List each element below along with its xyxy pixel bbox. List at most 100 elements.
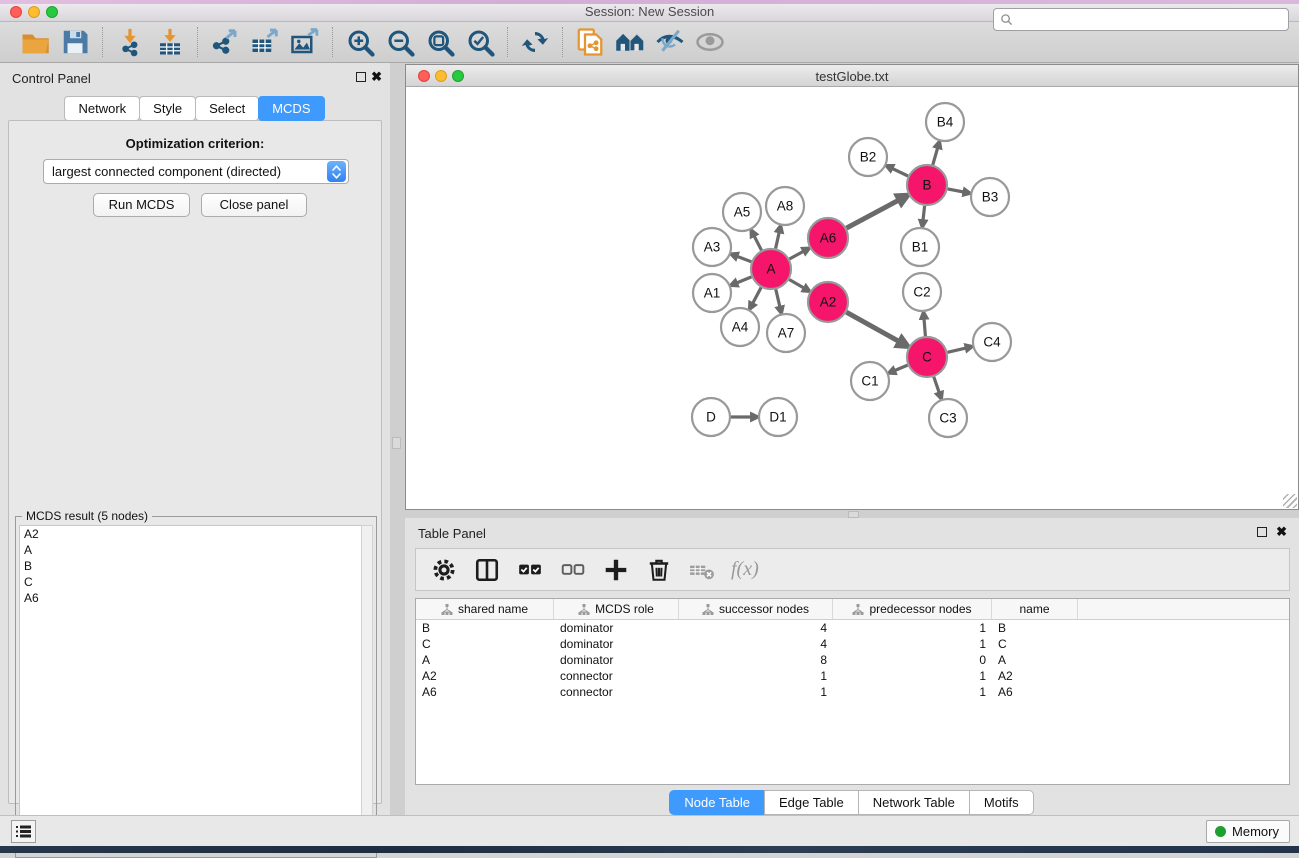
edge-A-A4[interactable] bbox=[751, 288, 761, 306]
edge-A2-C[interactable] bbox=[846, 312, 902, 343]
table-row[interactable]: A6connector11A6 bbox=[416, 684, 1289, 700]
network-from-selection-button[interactable] bbox=[573, 26, 607, 58]
delete-column-button[interactable] bbox=[645, 556, 673, 584]
result-list-item[interactable]: C bbox=[20, 574, 361, 590]
zoom-out-button[interactable] bbox=[383, 26, 417, 58]
edge-C-C2[interactable] bbox=[924, 316, 926, 336]
column-header-predecessor-nodes[interactable]: predecessor nodes bbox=[833, 599, 992, 619]
zoom-in-button[interactable] bbox=[343, 26, 377, 58]
node-A4[interactable]: A4 bbox=[721, 308, 759, 346]
node-A1[interactable]: A1 bbox=[693, 274, 731, 312]
tab-edge-table[interactable]: Edge Table bbox=[764, 790, 859, 815]
tab-mcds[interactable]: MCDS bbox=[258, 96, 324, 121]
refresh-layout-button[interactable] bbox=[518, 26, 552, 58]
save-session-button[interactable] bbox=[58, 26, 92, 58]
first-neighbors-button[interactable] bbox=[613, 26, 647, 58]
node-A5[interactable]: A5 bbox=[723, 193, 761, 231]
node-B1[interactable]: B1 bbox=[901, 228, 939, 266]
import-table-button[interactable] bbox=[153, 26, 187, 58]
node-A[interactable]: A bbox=[751, 249, 791, 289]
node-C3[interactable]: C3 bbox=[929, 399, 967, 437]
tab-select[interactable]: Select bbox=[195, 96, 259, 121]
table-row[interactable]: Bdominator41B bbox=[416, 620, 1289, 636]
criterion-dropdown[interactable]: largest connected component (directed) bbox=[43, 159, 349, 184]
table-settings-button[interactable] bbox=[430, 556, 458, 584]
table-row[interactable]: Adominator80A bbox=[416, 652, 1289, 668]
result-list-item[interactable]: A6 bbox=[20, 590, 361, 606]
tab-style[interactable]: Style bbox=[139, 96, 196, 121]
node-C1[interactable]: C1 bbox=[851, 362, 889, 400]
node-B[interactable]: B bbox=[907, 165, 947, 205]
search-field[interactable] bbox=[993, 8, 1289, 31]
resize-grip-icon[interactable] bbox=[1283, 494, 1297, 508]
task-history-button[interactable] bbox=[11, 820, 36, 843]
run-mcds-button[interactable]: Run MCDS bbox=[93, 193, 190, 217]
edge-C-C4[interactable] bbox=[948, 347, 969, 352]
node-A8[interactable]: A8 bbox=[766, 187, 804, 225]
open-file-button[interactable] bbox=[18, 26, 52, 58]
close-panel-icon[interactable]: ✖ bbox=[371, 69, 382, 85]
edge-A-A5[interactable] bbox=[753, 234, 762, 251]
edge-C-C3[interactable] bbox=[934, 377, 940, 395]
add-column-button[interactable] bbox=[602, 556, 630, 584]
result-list-item[interactable]: A2 bbox=[20, 526, 361, 542]
hide-selected-button[interactable] bbox=[653, 26, 687, 58]
node-C[interactable]: C bbox=[907, 337, 947, 377]
node-A2[interactable]: A2 bbox=[808, 282, 848, 322]
close-table-panel-icon[interactable]: ✖ bbox=[1276, 524, 1287, 540]
node-B3[interactable]: B3 bbox=[971, 178, 1009, 216]
select-all-button[interactable] bbox=[516, 556, 544, 584]
search-input[interactable] bbox=[1017, 13, 1282, 27]
tab-network-table[interactable]: Network Table bbox=[858, 790, 970, 815]
network-window-titlebar[interactable]: testGlobe.txt bbox=[406, 65, 1298, 87]
edge-A-A6[interactable] bbox=[789, 250, 806, 259]
edge-A6-B[interactable] bbox=[847, 198, 903, 228]
node-D1[interactable]: D1 bbox=[759, 398, 797, 436]
tab-network[interactable]: Network bbox=[64, 96, 140, 121]
column-header-shared-name[interactable]: shared name bbox=[416, 599, 554, 619]
edge-A-A1[interactable] bbox=[734, 277, 751, 284]
edge-B-B2[interactable] bbox=[890, 167, 908, 176]
result-list-scrollbar[interactable] bbox=[361, 525, 373, 853]
zoom-selected-button[interactable] bbox=[463, 26, 497, 58]
edge-A-A8[interactable] bbox=[776, 230, 780, 249]
node-A6[interactable]: A6 bbox=[808, 218, 848, 258]
edge-C-C1[interactable] bbox=[892, 365, 907, 372]
zoom-fit-button[interactable] bbox=[423, 26, 457, 58]
edge-A-A2[interactable] bbox=[789, 280, 806, 290]
node-A3[interactable]: A3 bbox=[693, 228, 731, 266]
edge-B-B4[interactable] bbox=[933, 145, 939, 165]
deselect-all-button[interactable] bbox=[559, 556, 587, 584]
show-all-button[interactable] bbox=[693, 26, 727, 58]
edge-A-A3[interactable] bbox=[735, 255, 752, 261]
close-panel-button[interactable]: Close panel bbox=[201, 193, 307, 217]
result-list-item[interactable]: A bbox=[20, 542, 361, 558]
edge-B-B3[interactable] bbox=[948, 189, 967, 193]
mcds-result-list[interactable]: A2ABCA6 bbox=[19, 525, 362, 853]
edge-A-A7[interactable] bbox=[776, 289, 781, 309]
node-B4[interactable]: B4 bbox=[926, 103, 964, 141]
node-B2[interactable]: B2 bbox=[849, 138, 887, 176]
float-panel-icon[interactable] bbox=[356, 72, 366, 82]
node-C4[interactable]: C4 bbox=[973, 323, 1011, 361]
memory-button[interactable]: Memory bbox=[1206, 820, 1290, 843]
edge-B-B1[interactable] bbox=[923, 206, 925, 223]
float-table-panel-icon[interactable] bbox=[1257, 527, 1267, 537]
import-network-button[interactable] bbox=[113, 26, 147, 58]
table-row[interactable]: Cdominator41C bbox=[416, 636, 1289, 652]
export-table-button[interactable] bbox=[248, 26, 282, 58]
column-header-MCDS-role[interactable]: MCDS role bbox=[554, 599, 679, 619]
export-network-button[interactable] bbox=[208, 26, 242, 58]
network-canvas[interactable]: B4 B2 B B3 A8A5 A6 A3 B1 A A1 C2 A2 A4A7 C C4 C1 C3 D D1 bbox=[406, 87, 1298, 509]
node-D[interactable]: D bbox=[692, 398, 730, 436]
horizontal-splitter-handle[interactable] bbox=[848, 511, 859, 518]
export-image-button[interactable] bbox=[288, 26, 322, 58]
table-row[interactable]: A2connector11A2 bbox=[416, 668, 1289, 684]
column-header-name[interactable]: name bbox=[992, 599, 1078, 619]
toggle-panel-columns-button[interactable] bbox=[473, 556, 501, 584]
tab-node-table[interactable]: Node Table bbox=[669, 790, 765, 815]
node-A7[interactable]: A7 bbox=[767, 314, 805, 352]
node-C2[interactable]: C2 bbox=[903, 273, 941, 311]
tab-motifs[interactable]: Motifs bbox=[969, 790, 1034, 815]
column-header-successor-nodes[interactable]: successor nodes bbox=[679, 599, 833, 619]
